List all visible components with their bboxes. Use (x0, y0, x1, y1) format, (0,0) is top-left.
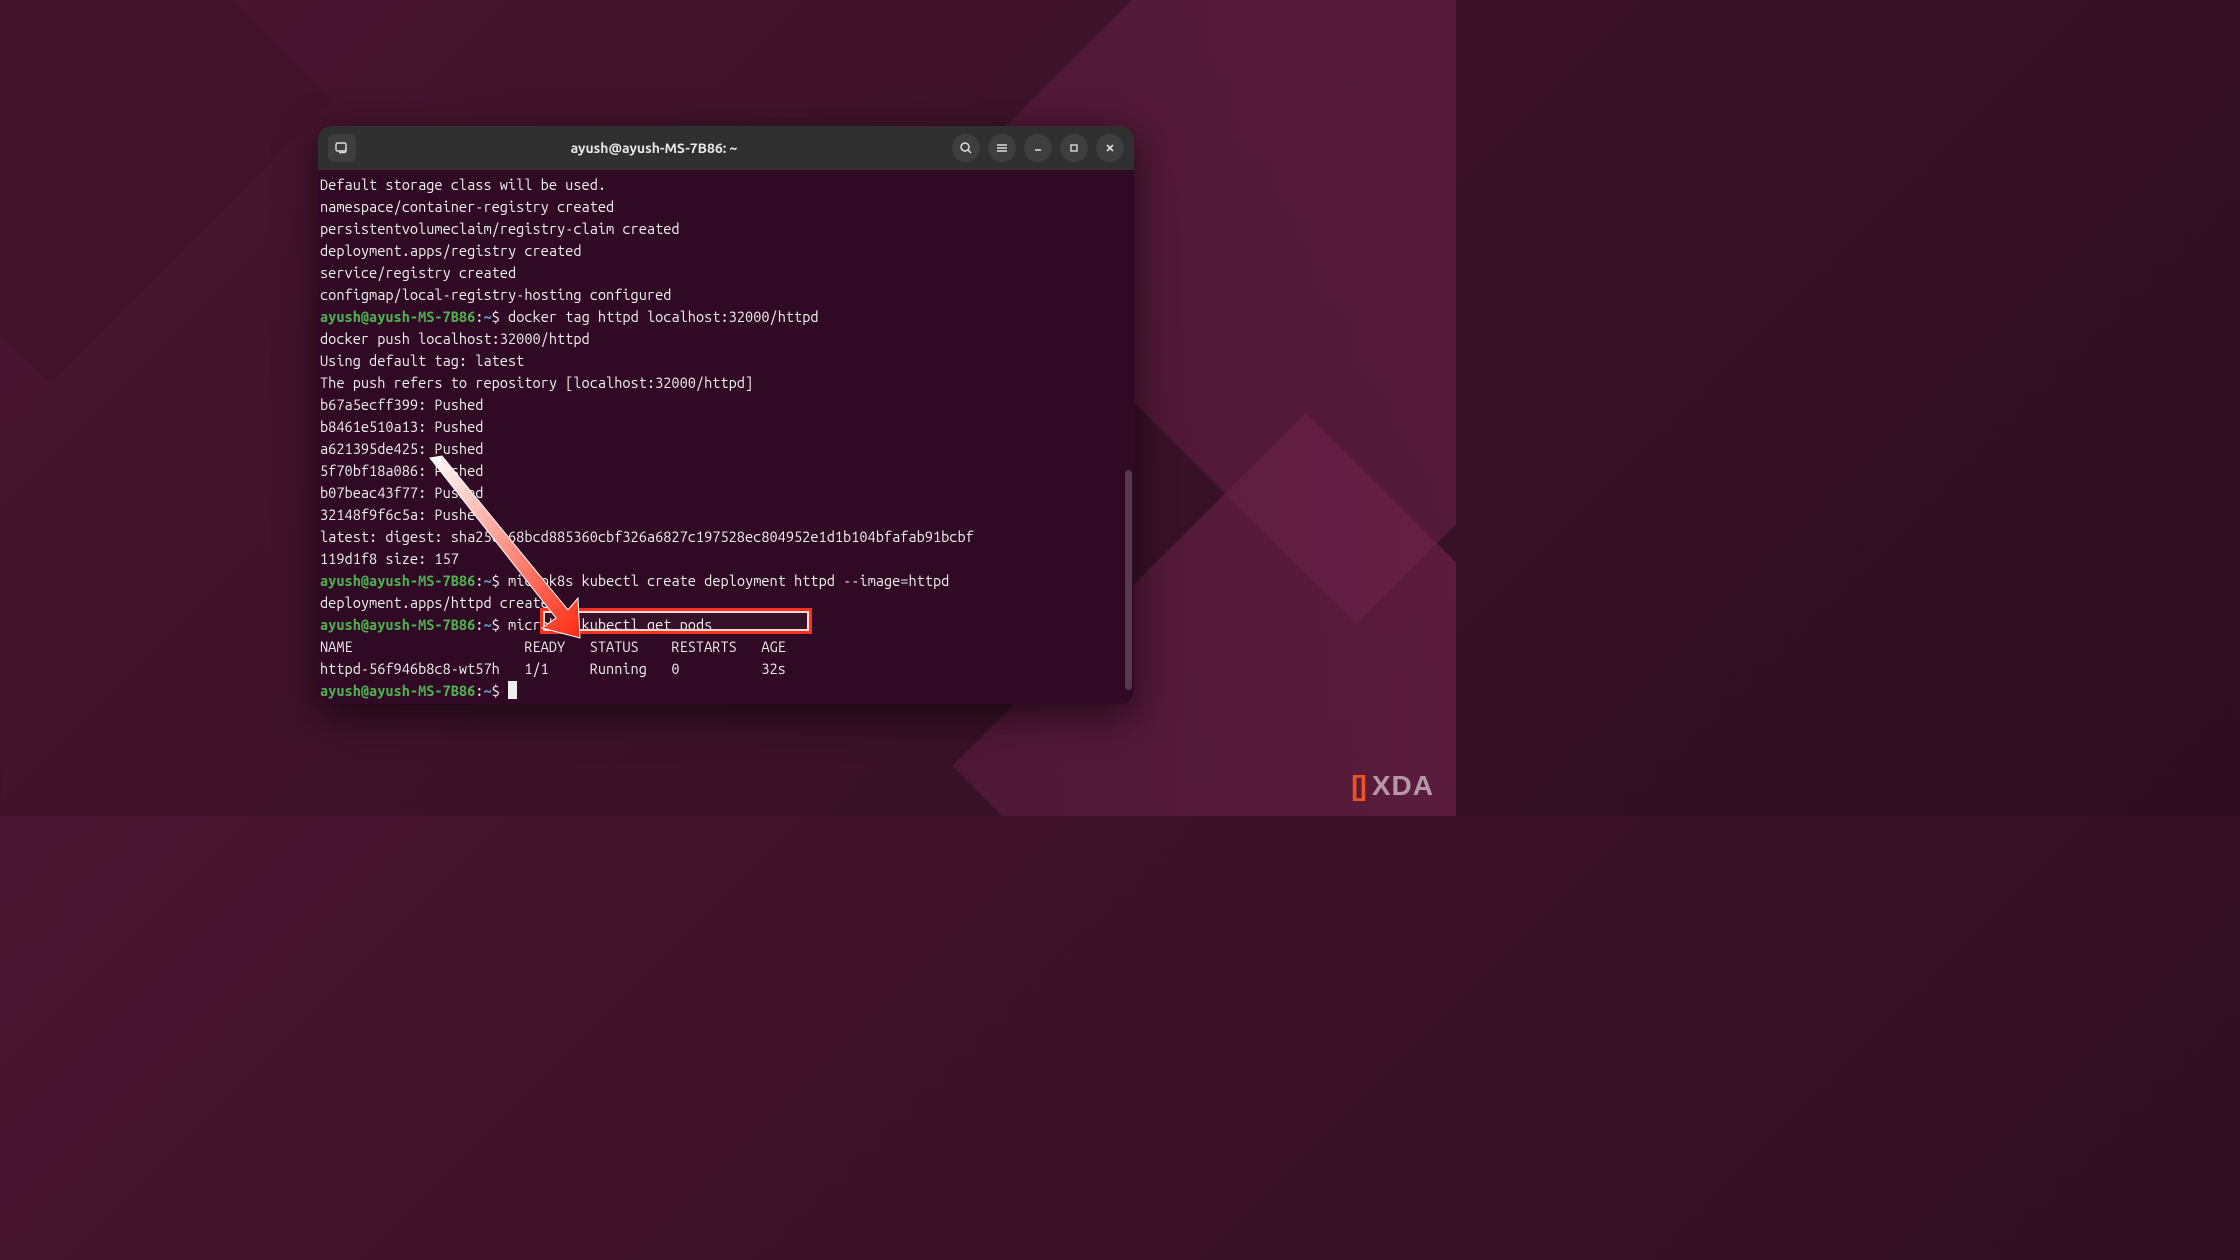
prompt-user: ayush@ayush-MS-7B86 (320, 572, 475, 589)
pods-table-row: httpd-56f946b8c8-wt57h 1/1 Running 0 32s (320, 660, 786, 677)
window-title: ayush@ayush-MS-7B86: ~ (364, 140, 944, 156)
terminal-body[interactable]: Default storage class will be used. name… (318, 170, 1134, 704)
menu-button[interactable] (988, 134, 1016, 162)
maximize-icon (1067, 141, 1081, 155)
hamburger-icon (995, 141, 1009, 155)
titlebar: ayush@ayush-MS-7B86: ~ (318, 126, 1134, 170)
search-button[interactable] (952, 134, 980, 162)
prompt-user: ayush@ayush-MS-7B86 (320, 616, 475, 633)
prompt-user: ayush@ayush-MS-7B86 (320, 682, 475, 699)
minimize-button[interactable] (1024, 134, 1052, 162)
close-icon (1103, 141, 1117, 155)
watermark-bracket-icon: ] (1358, 770, 1368, 802)
annotation-highlight-box (540, 608, 812, 634)
new-tab-button[interactable] (328, 134, 356, 162)
new-tab-icon (334, 140, 350, 156)
watermark-text: XDA (1372, 770, 1434, 802)
search-icon (959, 141, 973, 155)
minimize-icon (1031, 141, 1045, 155)
maximize-button[interactable] (1060, 134, 1088, 162)
command-create-deployment: microk8s kubectl create deployment httpd… (500, 572, 950, 589)
watermark: [ ] XDA (1351, 770, 1434, 802)
prompt-user: ayush@ayush-MS-7B86 (320, 308, 475, 325)
close-button[interactable] (1096, 134, 1124, 162)
pods-table-header: NAME READY STATUS RESTARTS AGE (320, 638, 786, 655)
scrollbar[interactable] (1125, 470, 1132, 690)
cursor (508, 681, 517, 699)
command-docker-tag: docker tag httpd localhost:32000/httpd (500, 308, 819, 325)
terminal-window: ayush@ayush-MS-7B86: ~ (318, 126, 1134, 704)
